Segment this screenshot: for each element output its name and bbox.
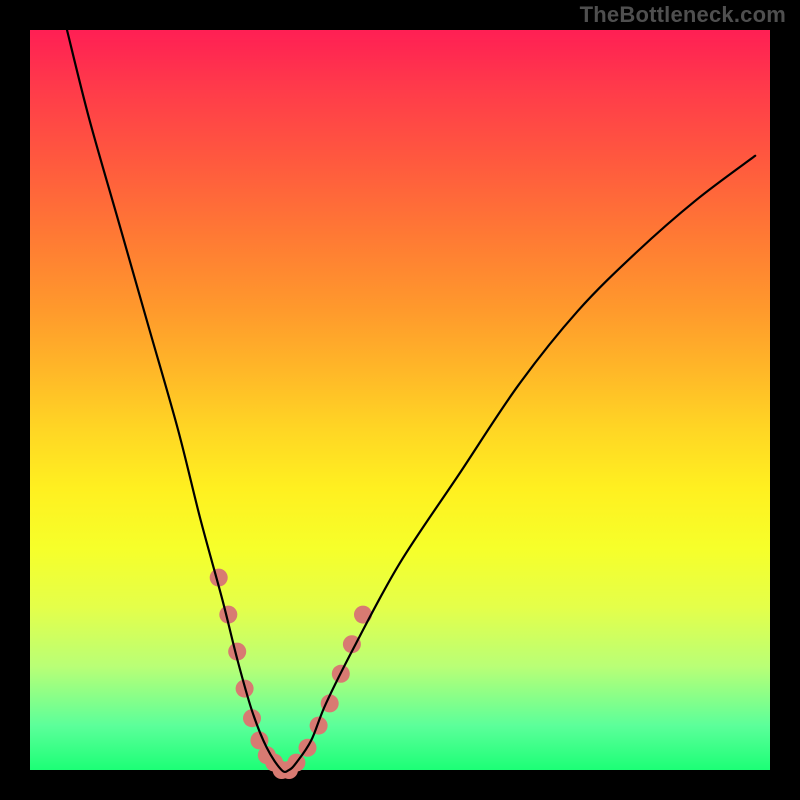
bottleneck-curve <box>67 30 755 772</box>
watermark-text: TheBottleneck.com <box>580 2 786 28</box>
highlight-dot <box>354 606 372 624</box>
chart-frame: TheBottleneck.com <box>0 0 800 800</box>
chart-svg <box>30 30 770 770</box>
highlight-dots <box>210 569 372 779</box>
plot-area <box>30 30 770 770</box>
